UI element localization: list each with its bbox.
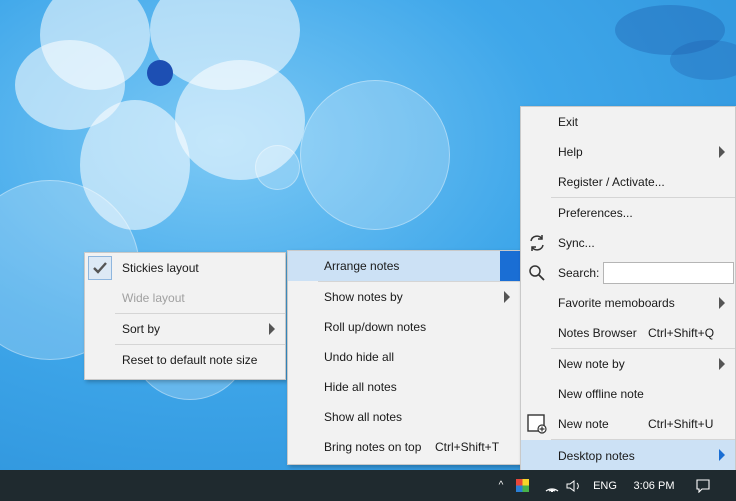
menu-item-undo-hide-all[interactable]: Undo hide all — [288, 342, 520, 372]
menu-item-label: Stickies layout — [122, 261, 199, 275]
menu-item-notes-browser[interactable]: Notes Browser Ctrl+Shift+Q — [521, 318, 735, 348]
language-indicator[interactable]: ENG — [592, 470, 618, 501]
menu-item-label: Arrange notes — [324, 259, 400, 273]
sync-icon — [527, 233, 547, 253]
shortcut-label: Ctrl+Shift+T — [435, 440, 500, 454]
butterfly-icon — [615, 5, 736, 80]
menu-item-stickies-layout[interactable]: Stickies layout — [85, 253, 285, 283]
menu-item-new-note-by[interactable]: New note by — [521, 349, 735, 379]
search-input[interactable] — [603, 262, 734, 284]
network-icon[interactable] — [544, 470, 560, 501]
menu-item-show-all-notes[interactable]: Show all notes — [288, 402, 520, 432]
flower-petal — [15, 40, 125, 130]
menu-item-register-activate[interactable]: Register / Activate... — [521, 167, 735, 197]
submenu-arrow-icon — [719, 358, 725, 370]
menu-item-label: Undo hide all — [324, 350, 395, 364]
desktop-notes-submenu: Arrange notes Show notes by Roll up/down… — [287, 250, 521, 465]
shortcut-label: Ctrl+Shift+U — [648, 417, 714, 431]
taskbar: ^ ENG 3:06 PM — [0, 470, 736, 501]
menu-item-sort-by[interactable]: Sort by — [85, 314, 285, 344]
menu-item-wide-layout: Wide layout — [85, 283, 285, 313]
submenu-arrow-icon — [719, 449, 725, 461]
menu-item-hide-all-notes[interactable]: Hide all notes — [288, 372, 520, 402]
wallpaper-bubble — [300, 80, 450, 230]
flower-center — [147, 60, 173, 86]
flower-petal — [175, 60, 305, 180]
stickies-tray-icon[interactable] — [516, 470, 532, 501]
submenu-open-indicator — [500, 251, 520, 281]
menu-item-label: Help — [558, 145, 583, 159]
layout-context-menu: Stickies layout Wide layout Sort by Rese… — [84, 252, 286, 380]
submenu-arrow-icon — [719, 297, 725, 309]
menu-item-label: New offline note — [558, 387, 644, 401]
menu-item-new-offline-note[interactable]: New offline note — [521, 379, 735, 409]
menu-item-roll-up-down[interactable]: Roll up/down notes — [288, 312, 520, 342]
show-hidden-icons-chevron-icon[interactable]: ^ — [494, 470, 508, 501]
menu-item-label: Roll up/down notes — [324, 320, 427, 334]
menu-item-label: Reset to default note size — [122, 353, 258, 367]
menu-item-bring-notes-on-top[interactable]: Bring notes on top Ctrl+Shift+T — [288, 432, 520, 462]
submenu-arrow-icon — [719, 146, 725, 158]
menu-item-show-notes-by[interactable]: Show notes by — [288, 282, 520, 312]
volume-icon[interactable] — [565, 470, 583, 501]
menu-item-label: Favorite memoboards — [558, 296, 675, 310]
notifications-icon[interactable] — [694, 470, 712, 501]
menu-item-label: Notes Browser — [558, 326, 637, 340]
submenu-arrow-icon — [504, 291, 510, 303]
menu-item-label: Show notes by — [324, 290, 403, 304]
menu-item-desktop-notes[interactable]: Desktop notes — [521, 440, 735, 472]
menu-item-label: Wide layout — [122, 291, 185, 305]
menu-item-label: Show all notes — [324, 410, 403, 424]
menu-item-favorite-memoboards[interactable]: Favorite memoboards — [521, 288, 735, 318]
menu-item-sync[interactable]: Sync... — [521, 228, 735, 258]
menu-item-help[interactable]: Help — [521, 137, 735, 167]
menu-item-label: New note by — [558, 357, 625, 371]
shortcut-label: Ctrl+Shift+Q — [648, 326, 715, 340]
menu-item-preferences[interactable]: Preferences... — [521, 198, 735, 228]
menu-item-search: Search: — [521, 258, 735, 288]
menu-item-reset-note-size[interactable]: Reset to default note size — [85, 345, 285, 375]
menu-item-arrange-notes[interactable]: Arrange notes — [288, 251, 520, 281]
menu-item-label: Exit — [558, 115, 579, 129]
new-note-icon — [527, 414, 547, 434]
menu-item-label: Bring notes on top — [324, 440, 422, 454]
menu-item-label: Hide all notes — [324, 380, 397, 394]
menu-item-label: Desktop notes — [558, 449, 635, 463]
clock[interactable]: 3:06 PM — [632, 470, 676, 501]
menu-item-new-note[interactable]: New note Ctrl+Shift+U — [521, 409, 735, 439]
menu-item-label: Search: — [558, 266, 600, 280]
menu-item-label: New note — [558, 417, 609, 431]
submenu-arrow-icon — [269, 323, 275, 335]
menu-item-label: Sync... — [558, 236, 595, 250]
menu-item-label: Register / Activate... — [558, 175, 665, 189]
checkmark-icon — [88, 256, 112, 280]
menu-item-exit[interactable]: Exit — [521, 107, 735, 137]
tray-context-menu: Exit Help Register / Activate... Prefere… — [520, 106, 736, 478]
search-icon — [527, 263, 547, 283]
menu-item-label: Preferences... — [558, 206, 633, 220]
menu-item-label: Sort by — [122, 322, 161, 336]
